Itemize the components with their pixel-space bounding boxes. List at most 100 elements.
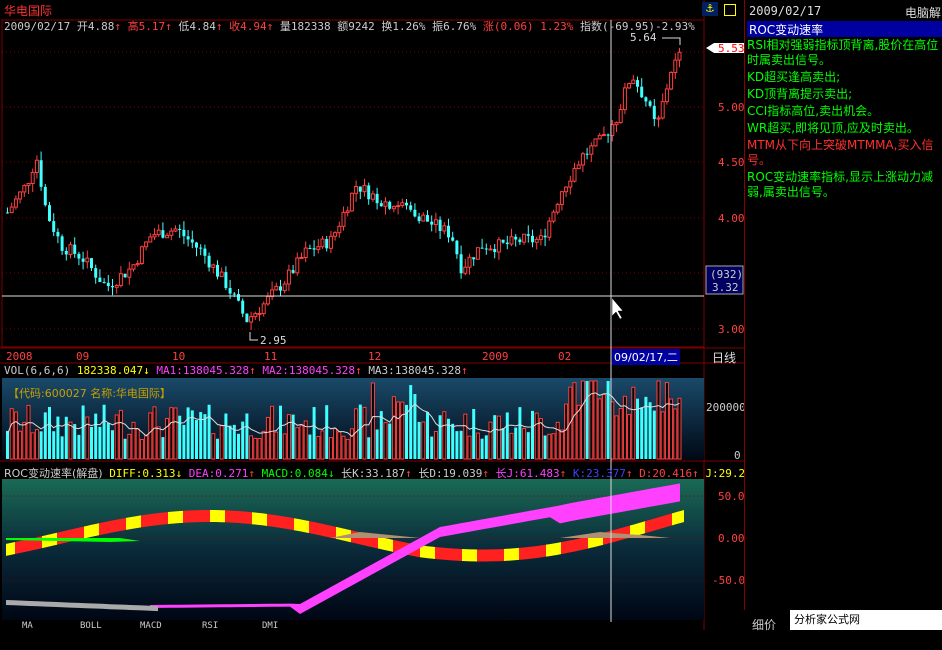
candle-body: [518, 239, 522, 243]
candle-body: [531, 235, 534, 243]
tab-boll[interactable]: BOLL: [80, 622, 102, 631]
ribbon-segment: [477, 549, 480, 562]
volume-bar: [475, 432, 480, 460]
side-panel-header: 2009/02/17 电脑解: [745, 4, 942, 20]
candle-body: [379, 203, 383, 207]
ribbon-segment: [444, 547, 447, 561]
price-tick-450: 4.50: [718, 156, 745, 169]
date-label: 11: [264, 350, 278, 363]
price-tick-300: 3.00: [718, 323, 745, 336]
candle-body: [22, 185, 27, 193]
anchor-icon[interactable]: ⚓: [702, 2, 718, 16]
period-label[interactable]: 日线: [712, 349, 736, 366]
candle-body: [391, 205, 396, 210]
candle-body: [601, 134, 606, 137]
volume-header: VOL(6,6,6) 182338.047↓ MA1:138045.328↑ M…: [4, 364, 468, 377]
signal-item: CCI指标高位,卖出机会。: [747, 104, 880, 118]
ribbon-segment: [300, 519, 303, 532]
menu-toggle-icon[interactable]: [724, 4, 736, 16]
ribbon-segment: [90, 524, 93, 538]
ribbon-segment: [675, 511, 678, 525]
candle-body: [405, 202, 408, 206]
ribbon-segment: [81, 526, 84, 540]
ribbon-segment: [135, 515, 138, 529]
volume-bar: [118, 409, 123, 460]
side-date: 2009/02/17: [749, 4, 822, 18]
up-arrow-icon: ↑: [625, 467, 633, 480]
j-value: 61.483: [519, 467, 560, 480]
ribbon-segment: [225, 510, 228, 523]
candle-body: [593, 138, 598, 147]
ribbon-segment: [294, 518, 297, 531]
ribbon-segment: [159, 512, 162, 526]
ribbon-segment: [243, 511, 246, 524]
ad-banner[interactable]: 分析家公式网www.88gs.com: [790, 610, 942, 646]
candle-body: [337, 225, 342, 234]
date-label: 10: [172, 350, 186, 363]
candle-body: [207, 255, 211, 268]
ribbon-segment: [459, 548, 462, 561]
volume-bar: [186, 407, 190, 459]
candle-body: [224, 272, 228, 289]
candle-body: [656, 117, 661, 120]
indicator-axis-0: 0.00: [718, 532, 745, 545]
ribbon-segment: [585, 536, 588, 550]
candle-body: [291, 270, 295, 273]
candle-body: [219, 271, 224, 278]
ribbon-segment: [177, 511, 180, 524]
ribbon-segment: [291, 517, 294, 531]
candle-body: [253, 313, 258, 318]
header-bar: 华电国际: [4, 2, 52, 19]
candle-body: [636, 80, 639, 87]
volume-bar: [111, 430, 114, 459]
tab-macd[interactable]: MACD: [140, 622, 162, 631]
volume-bar: [73, 424, 77, 459]
candle-body: [152, 234, 157, 238]
volume-bar: [375, 429, 379, 459]
candle-body: [186, 236, 190, 240]
ribbon-segment: [129, 516, 132, 530]
ribbon-segment: [258, 512, 261, 526]
candle-body: [409, 205, 413, 210]
candle-body: [9, 206, 14, 214]
candle-body: [345, 210, 350, 213]
price-gridlines: [2, 51, 704, 330]
ribbon-segment: [471, 549, 474, 562]
tab-ma[interactable]: MA: [22, 622, 33, 631]
candle-body: [111, 286, 114, 288]
candle-body: [34, 159, 39, 174]
candle-body: [447, 225, 450, 238]
side-title[interactable]: ROC变动速率: [747, 21, 942, 37]
ribbon-segment: [432, 546, 435, 559]
volume-bar: [597, 398, 602, 460]
candle-body: [631, 79, 636, 85]
ma3-value: 138045.328: [394, 364, 462, 377]
volume-bar: [656, 380, 661, 460]
j-label: 长J:: [495, 467, 520, 480]
candle-body: [622, 87, 627, 111]
amount-label: 额: [337, 20, 349, 33]
candle-body: [13, 198, 18, 208]
k2-label: K:: [572, 467, 587, 480]
volume-bar: [576, 404, 581, 460]
tab-rsi[interactable]: RSI: [202, 622, 218, 631]
candle-body: [644, 97, 648, 102]
stock-name: 华电国际: [4, 4, 53, 18]
side-name: 电脑解: [904, 6, 941, 20]
ribbon-segment: [648, 519, 651, 533]
amplitude-label: 振: [432, 20, 444, 33]
open-label: 开: [76, 20, 88, 33]
tab-dmi[interactable]: DMI: [262, 622, 278, 631]
ribbon-segment: [324, 524, 327, 537]
volume-label: 量: [279, 20, 291, 33]
candle-body: [589, 145, 594, 155]
up-arrow-icon: ↑: [165, 20, 172, 33]
ribbon-segment: [573, 539, 576, 552]
volume-bar: [383, 422, 388, 460]
volume-bar: [152, 406, 157, 460]
price-tick-500: 5.00: [718, 101, 745, 114]
d-label: 长D:: [418, 467, 443, 480]
candle-body: [484, 248, 488, 250]
ribbon-segment: [645, 520, 648, 534]
ma1-value: 138045.328: [182, 364, 250, 377]
